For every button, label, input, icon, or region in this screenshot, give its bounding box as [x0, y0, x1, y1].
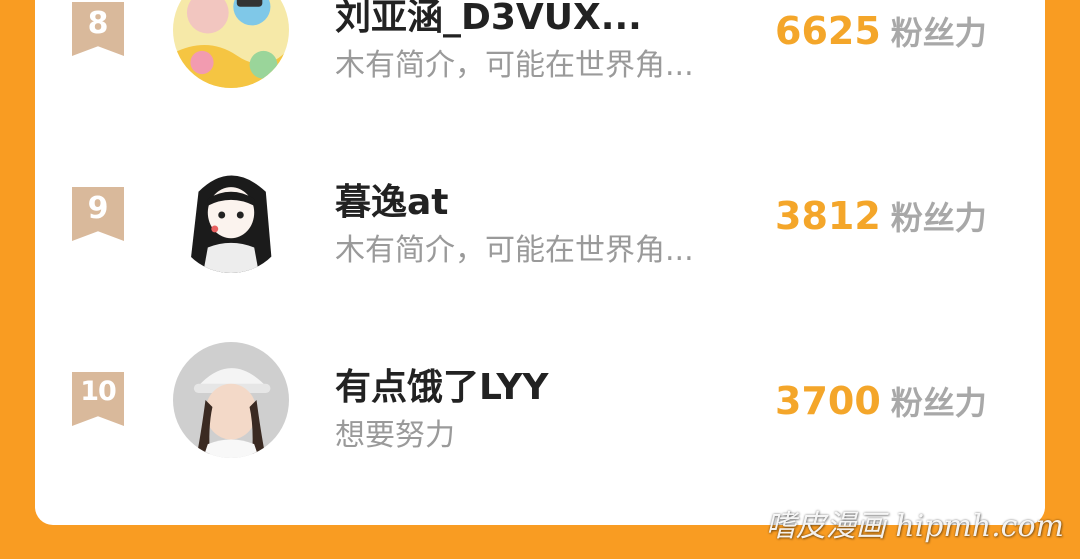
avatar[interactable] [173, 0, 289, 88]
fan-unit: 粉丝力 [890, 14, 987, 52]
user-bio: 木有简介，可能在世界角... [335, 48, 694, 83]
fan-score: 3700 粉丝力 [775, 378, 987, 424]
ranking-list-card: 8 刘亚涵_D3VUX... 木有简介，可能在世界角... 6625粉丝力 9 [35, 0, 1045, 525]
rank-badge: 9 [72, 187, 124, 241]
fan-unit: 粉丝力 [890, 199, 987, 237]
user-name[interactable]: 刘亚涵_D3VUX... [335, 0, 642, 40]
avatar-photo-image [173, 342, 289, 458]
avatar[interactable] [173, 342, 289, 458]
ranking-row[interactable]: 10 有点饿了LYY 想要努力 3700 粉丝力 [35, 338, 1045, 488]
user-name[interactable]: 有点饿了LYY [335, 358, 548, 410]
user-bio: 想要努力 [335, 418, 455, 453]
fan-unit: 粉丝力 [890, 384, 987, 422]
fan-count: 3812 [775, 194, 881, 238]
ranking-row[interactable]: 9 暮逸at 木有简介，可能在世界角... 3812 粉丝力 [35, 153, 1045, 303]
rank-badge: 10 [72, 372, 124, 426]
avatar[interactable] [173, 157, 289, 273]
avatar-cartoon-image [173, 0, 289, 88]
fan-score: 6625 粉丝力 [775, 8, 987, 54]
user-name[interactable]: 暮逸at [335, 173, 449, 225]
watermark: 嗜皮漫画 hipmh.com [765, 509, 1064, 544]
rank-badge: 8 [72, 2, 124, 56]
avatar-anime-girl-image [173, 157, 289, 273]
user-bio: 木有简介，可能在世界角... [335, 233, 694, 268]
fan-count: 6625 [775, 9, 881, 53]
fan-score: 3812 粉丝力 [775, 193, 987, 239]
ranking-row[interactable]: 8 刘亚涵_D3VUX... 木有简介，可能在世界角... 6625 粉丝力 [35, 0, 1045, 120]
fan-count: 3700 [775, 379, 881, 423]
